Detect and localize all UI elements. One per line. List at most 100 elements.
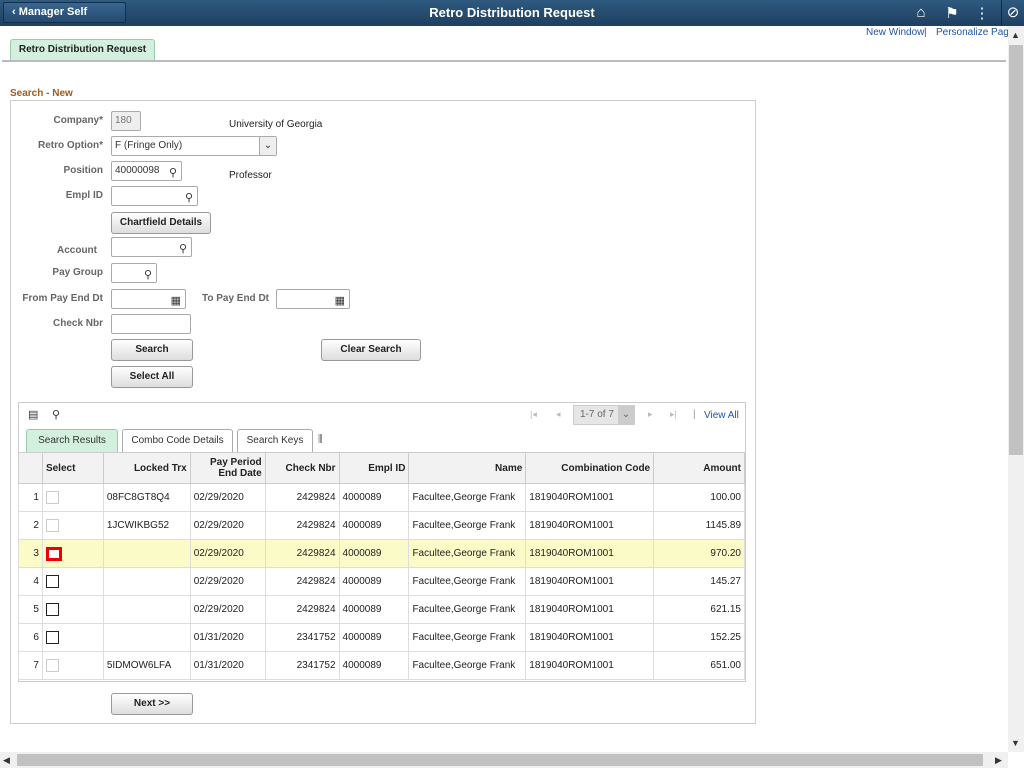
- table-row: 5 02/29/2020 2429824 4000089 Facultee,George…: [18, 595, 745, 624]
- cell-name: Facultee,George Frank: [408, 595, 527, 624]
- select-checkbox: [45, 519, 59, 532]
- column-header-check-nbr[interactable]: Check Nbr: [264, 452, 340, 484]
- search-icon[interactable]: ⚲: [169, 164, 177, 182]
- column-header-locked-trx[interactable]: Locked Trx: [102, 452, 191, 484]
- cell-name: Facultee,George Frank: [408, 651, 527, 680]
- previous-page-icon[interactable]: ◂: [556, 409, 561, 420]
- new-window-link[interactable]: New Window: [866, 27, 924, 38]
- next-button[interactable]: Next >>: [111, 693, 193, 715]
- cell-check-nbr: 2341752: [264, 651, 340, 680]
- position-input[interactable]: 40000098 ⚲: [111, 161, 182, 181]
- scroll-down-icon[interactable]: ▼: [1011, 738, 1020, 748]
- horizontal-scrollbar-thumb[interactable]: [17, 754, 983, 766]
- link-separator: |: [924, 27, 927, 38]
- cell-row-number: 1: [18, 483, 43, 512]
- account-input[interactable]: ⚲: [111, 237, 192, 257]
- column-header-amount[interactable]: Amount: [653, 452, 745, 484]
- retro-option-select[interactable]: F (Fringe Only) ⌄: [111, 136, 277, 156]
- pager-select[interactable]: 1-7 of 7 ⌄: [573, 405, 635, 425]
- account-label: Account: [57, 245, 97, 256]
- view-all-link[interactable]: View All: [704, 410, 739, 421]
- cell-check-nbr: 2429824: [264, 539, 340, 568]
- column-header-select[interactable]: Select: [41, 452, 104, 484]
- cell-name: Facultee,George Frank: [408, 623, 527, 652]
- position-description: Professor: [229, 170, 272, 181]
- column-header-pay-period-end-date[interactable]: Pay Period End Date: [189, 452, 266, 484]
- cell-check-nbr: 2429824: [264, 511, 340, 540]
- calendar-icon[interactable]: ▦: [335, 292, 345, 310]
- select-checkbox[interactable]: [45, 546, 62, 561]
- tab-search-keys[interactable]: Search Keys: [237, 429, 313, 452]
- check-nbr-label: Check Nbr: [52, 318, 103, 329]
- home-icon[interactable]: ⌂: [911, 4, 931, 21]
- cell-empl-id: 4000089: [338, 651, 410, 680]
- table-row: 4 02/29/2020 2429824 4000089 Facultee,George…: [18, 567, 745, 596]
- column-header-row-number[interactable]: [18, 452, 43, 484]
- first-page-icon[interactable]: |◂: [530, 409, 537, 420]
- to-pay-end-input[interactable]: ▦: [276, 289, 350, 309]
- chartfield-details-button[interactable]: Chartfield Details: [111, 212, 211, 234]
- vertical-scrollbar-thumb[interactable]: [1009, 45, 1023, 455]
- cell-pay-period-end-date: 01/31/2020: [189, 651, 266, 680]
- show-all-columns-icon[interactable]: ⫼: [318, 434, 323, 445]
- chevron-down-icon[interactable]: ⌄: [618, 406, 634, 424]
- cell-row-number: 5: [18, 595, 43, 624]
- table-row: 2 1JCWIKBG52 02/29/2020 2429824 4000089 Facul…: [18, 511, 745, 540]
- company-description: University of Georgia: [229, 119, 323, 130]
- cell-combination-code: 1819040ROM1001: [525, 567, 655, 596]
- cell-pay-period-end-date: 02/29/2020: [189, 539, 266, 568]
- search-button[interactable]: Search: [111, 339, 193, 361]
- column-header-combination-code[interactable]: Combination Code: [525, 452, 655, 484]
- tab-search-results[interactable]: Search Results: [26, 429, 118, 452]
- retro-option-label: Retro Option*: [38, 140, 103, 151]
- cell-combination-code: 1819040ROM1001: [525, 511, 655, 540]
- cell-amount: 100.00: [653, 483, 745, 512]
- check-nbr-input[interactable]: [111, 314, 191, 334]
- page-title: Retro Distribution Request: [429, 5, 595, 20]
- navbar-compass-icon[interactable]: ⊘: [1001, 0, 1024, 26]
- select-all-button[interactable]: Select All: [111, 366, 193, 388]
- cell-check-nbr: 2429824: [264, 595, 340, 624]
- grid-personalize-icon[interactable]: ▤: [28, 408, 38, 421]
- search-icon[interactable]: ⚲: [179, 240, 187, 258]
- scroll-up-icon[interactable]: ▲: [1011, 30, 1020, 40]
- scroll-left-icon[interactable]: ◀: [3, 755, 10, 766]
- cell-pay-period-end-date: 02/29/2020: [189, 567, 266, 596]
- cell-locked-trx: 5IDMOW6LFA: [102, 651, 191, 680]
- cell-locked-trx: [102, 595, 191, 624]
- cell-empl-id: 4000089: [338, 623, 410, 652]
- search-icon[interactable]: ⚲: [185, 189, 193, 207]
- tab-combo-code-details[interactable]: Combo Code Details: [122, 429, 233, 452]
- column-header-name[interactable]: Name: [408, 452, 527, 484]
- cell-combination-code: 1819040ROM1001: [525, 623, 655, 652]
- more-icon[interactable]: ⋮: [972, 4, 992, 22]
- clear-search-button[interactable]: Clear Search: [321, 339, 421, 361]
- emplid-input[interactable]: ⚲: [111, 186, 198, 206]
- cell-amount: 145.27: [653, 567, 745, 596]
- last-page-icon[interactable]: ▸|: [670, 409, 677, 420]
- select-checkbox[interactable]: [45, 603, 59, 616]
- results-table: Select Locked Trx Pay Period End Date Check…: [18, 452, 745, 680]
- select-checkbox[interactable]: [45, 575, 59, 588]
- pay-group-input[interactable]: ⚲: [111, 263, 157, 283]
- emplid-label: Empl ID: [65, 190, 103, 201]
- cell-locked-trx: [102, 623, 191, 652]
- flag-icon[interactable]: ⚑: [942, 4, 962, 22]
- tab-retro-distribution-request[interactable]: Retro Distribution Request: [10, 39, 155, 61]
- table-row: 1 08FC8GT8Q4 02/29/2020 2429824 4000089 Facul…: [18, 483, 745, 512]
- personalize-page-link[interactable]: Personalize Page: [936, 27, 1014, 38]
- grid-find-icon[interactable]: ⚲: [52, 408, 60, 421]
- scroll-right-icon[interactable]: ▶: [995, 755, 1002, 766]
- from-pay-end-label: From Pay End Dt: [22, 293, 103, 304]
- column-header-empl-id[interactable]: Empl ID: [338, 452, 410, 484]
- cell-combination-code: 1819040ROM1001: [525, 651, 655, 680]
- search-icon[interactable]: ⚲: [144, 266, 152, 284]
- next-page-icon[interactable]: ▸: [648, 409, 653, 420]
- cell-select: [41, 623, 104, 652]
- select-checkbox[interactable]: [45, 631, 59, 644]
- cell-locked-trx: 08FC8GT8Q4: [102, 483, 191, 512]
- select-checkbox: [45, 491, 59, 504]
- chevron-down-icon[interactable]: ⌄: [259, 137, 276, 155]
- table-row: 3 02/29/2020 2429824 4000089 Facultee,George…: [18, 539, 745, 568]
- cell-name: Facultee,George Frank: [408, 539, 527, 568]
